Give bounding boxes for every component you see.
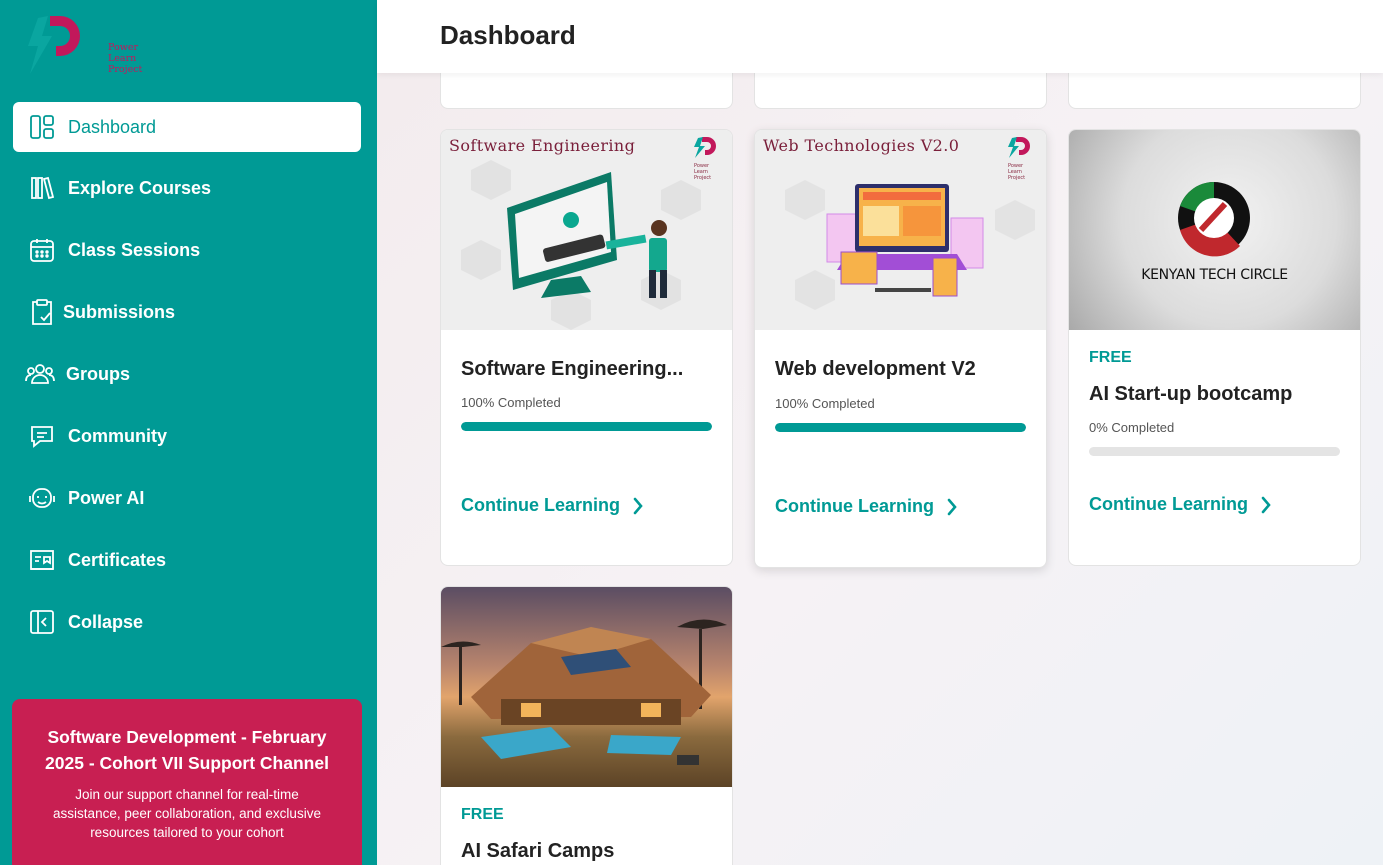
free-badge: FREE	[461, 806, 504, 823]
sidebar: Power Learn Project Dashboard Explore Co…	[0, 0, 377, 865]
top-header: Dashboard	[377, 0, 1383, 73]
sidebar-item-label: Submissions	[63, 301, 176, 322]
dashboard-icon	[27, 112, 57, 142]
progress-label: 0% Completed	[1089, 420, 1175, 435]
course-card[interactable]: FREE AI Safari Camps	[440, 586, 733, 865]
continue-learning-label: Continue Learning	[775, 496, 934, 516]
thumbnail-title: KENYAN TECH CIRCLE	[1141, 267, 1288, 283]
power-learn-project-logo-icon: Power Learn Project	[1008, 136, 1032, 182]
course-card[interactable]: Software Engineering Power Learn Project…	[440, 129, 733, 566]
brand-line-1: Power	[108, 42, 139, 53]
continue-learning-link[interactable]: Continue Learning	[775, 496, 1026, 517]
continue-learning-link[interactable]: Continue Learning	[461, 495, 712, 516]
sidebar-item-groups[interactable]: Groups	[13, 349, 361, 399]
continue-learning-label: Continue Learning	[461, 495, 620, 515]
course-card-partial[interactable]	[1068, 73, 1361, 109]
chat-icon	[27, 421, 57, 451]
brand-line-3: Project	[1008, 175, 1026, 181]
free-badge: FREE	[1089, 349, 1132, 366]
certificate-icon	[27, 545, 57, 575]
sidebar-item-label: Certificates	[68, 549, 167, 570]
web-technologies-illustration	[785, 180, 1035, 310]
sidebar-item-dashboard[interactable]: Dashboard	[13, 102, 361, 152]
thumbnail-title: Web Technologies V2.0	[763, 136, 960, 155]
sidebar-item-certificates[interactable]: Certificates	[13, 535, 361, 585]
sidebar-item-class-sessions[interactable]: Class Sessions	[13, 225, 361, 275]
software-engineering-illustration	[461, 160, 701, 330]
progress-bar	[1089, 447, 1340, 456]
clipboard-check-icon	[27, 297, 57, 327]
course-card-body: FREE AI Start-up bootcamp 0% Completed C…	[1069, 349, 1360, 515]
course-title: Software Engineering...	[461, 358, 684, 380]
safari-camp-image	[441, 619, 727, 765]
sidebar-item-label: Dashboard	[68, 116, 157, 137]
chevron-right-icon	[946, 497, 960, 517]
course-card[interactable]: Web Technologies V2.0 Power Learn Projec…	[754, 129, 1047, 568]
progress-label: 100% Completed	[775, 396, 875, 411]
course-thumbnail: Software Engineering Power Learn Project	[441, 130, 732, 330]
collapse-icon	[27, 607, 57, 637]
robot-icon	[27, 483, 57, 513]
sidebar-item-label: Power AI	[68, 487, 145, 508]
users-icon	[25, 359, 55, 389]
brand-line-2: Learn	[108, 53, 137, 64]
course-grid: Software Engineering Power Learn Project…	[377, 73, 1383, 865]
progress-bar	[775, 423, 1026, 432]
course-card[interactable]: KENYAN TECH CIRCLE FREE AI Start-up boot…	[1068, 129, 1361, 566]
course-title: AI Start-up bootcamp	[1089, 383, 1293, 405]
sidebar-item-label: Community	[68, 425, 167, 446]
course-thumbnail	[441, 587, 732, 787]
sidebar-item-label: Explore Courses	[68, 177, 212, 198]
course-card-partial[interactable]	[440, 73, 733, 109]
course-card-partial[interactable]	[754, 73, 1047, 109]
page-title: Dashboard	[440, 20, 576, 50]
support-channel-card[interactable]: Software Development - February 2025 - C…	[12, 699, 362, 865]
sidebar-item-label: Class Sessions	[68, 239, 201, 260]
continue-learning-link[interactable]: Continue Learning	[1089, 494, 1340, 515]
course-card-body: Web development V2 100% Completed Contin…	[755, 358, 1046, 517]
course-title: AI Safari Camps	[461, 840, 615, 862]
sidebar-item-power-ai[interactable]: Power AI	[13, 473, 361, 523]
continue-learning-label: Continue Learning	[1089, 494, 1248, 514]
chevron-right-icon	[632, 496, 646, 516]
brand-logo[interactable]: Power Learn Project	[26, 14, 142, 76]
sidebar-item-label: Collapse	[68, 611, 144, 632]
sidebar-item-community[interactable]: Community	[13, 411, 361, 461]
progress-bar	[461, 422, 712, 431]
sidebar-item-explore-courses[interactable]: Explore Courses	[13, 163, 361, 213]
thumbnail-title: Software Engineering	[449, 136, 636, 155]
sidebar-item-submissions[interactable]: Submissions	[13, 287, 361, 337]
kenyan-tech-circle-logo-icon	[1178, 181, 1250, 257]
support-channel-title: Software Development - February 2025 - C…	[45, 727, 329, 773]
power-learn-project-logo-icon: Power Learn Project	[694, 136, 718, 182]
course-card-body: FREE AI Safari Camps	[441, 806, 732, 863]
course-card-body: Software Engineering... 100% Completed C…	[441, 358, 732, 516]
chevron-right-icon	[1260, 495, 1274, 515]
course-title: Web development V2	[775, 358, 976, 380]
calendar-icon	[27, 235, 57, 265]
course-thumbnail: KENYAN TECH CIRCLE	[1069, 130, 1360, 330]
progress-bar-fill	[775, 423, 1026, 432]
brand-wordmark: Power Learn Project	[108, 42, 142, 75]
books-icon	[27, 173, 57, 203]
brand-line-3: Project	[108, 64, 143, 75]
sidebar-item-collapse[interactable]: Collapse	[13, 597, 361, 647]
support-channel-description: Join our support channel for real-time a…	[53, 787, 321, 840]
progress-label: 100% Completed	[461, 395, 561, 410]
progress-bar-fill	[461, 422, 712, 431]
brand-line-3: Project	[694, 175, 712, 181]
power-learn-project-logo-icon	[28, 16, 80, 74]
course-thumbnail: Web Technologies V2.0 Power Learn Projec…	[755, 130, 1046, 330]
sidebar-item-label: Groups	[66, 363, 131, 384]
